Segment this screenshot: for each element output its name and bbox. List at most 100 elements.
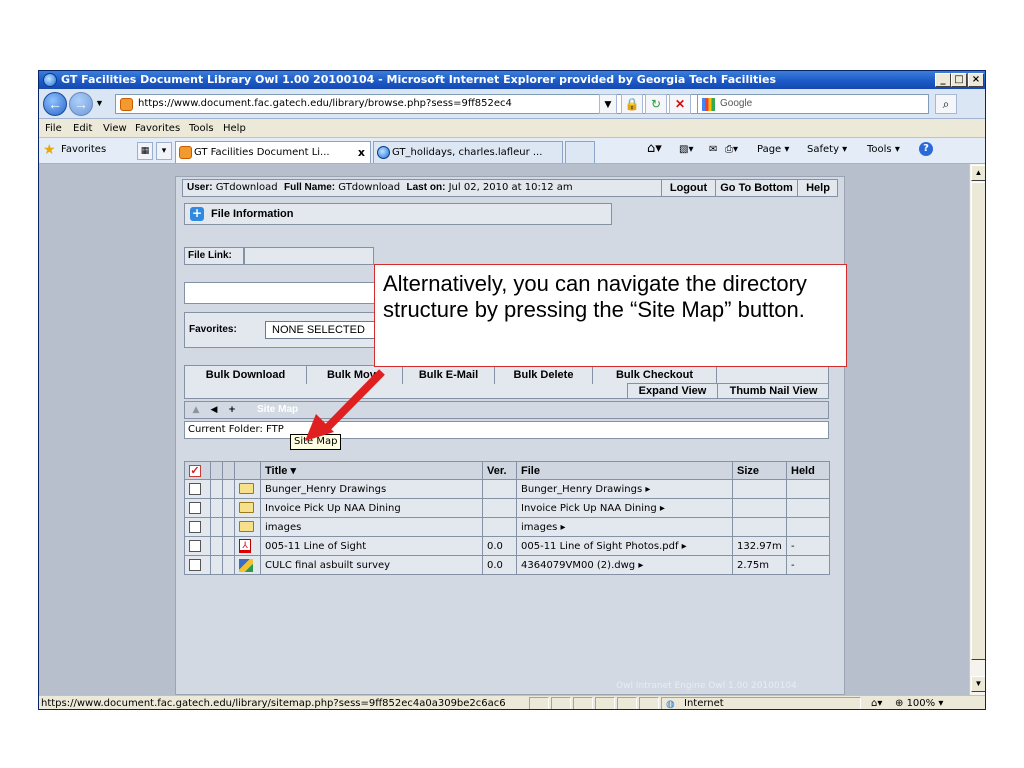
zoom-control[interactable]: ⊕ 100% ▾ <box>895 696 943 709</box>
row-title[interactable]: images <box>260 517 483 537</box>
close-window-button[interactable]: × <box>968 73 984 87</box>
scroll-down-icon[interactable]: ▼ <box>971 676 985 692</box>
protected-mode-icon[interactable]: ⌂▾ <box>871 696 882 709</box>
favorites-star-icon[interactable]: ★ <box>43 142 56 158</box>
row-checkbox[interactable] <box>189 502 201 514</box>
size-column-header[interactable]: Size <box>732 461 787 480</box>
thumb-nail-view-button[interactable]: Thumb Nail View <box>717 383 829 399</box>
address-dropdown-icon[interactable]: ▼ <box>599 94 617 114</box>
ver-column-header[interactable]: Ver. <box>482 461 517 480</box>
bulk-delete-button[interactable]: Bulk Delete <box>495 366 593 384</box>
expand-view-button[interactable]: Expand View <box>627 383 717 399</box>
tab-label: GT Facilities Document Li... <box>194 147 330 158</box>
held-column-header[interactable]: Held <box>786 461 830 480</box>
maximize-button[interactable]: □ <box>951 73 967 87</box>
row-file[interactable]: images <box>521 522 557 533</box>
row-checkbox[interactable] <box>189 540 201 552</box>
row-checkbox[interactable] <box>189 559 201 571</box>
go-to-bottom-button[interactable]: Go To Bottom <box>715 180 797 196</box>
table-row[interactable]: images images ▸ <box>184 517 830 537</box>
title-column-header[interactable]: Title ▾ <box>260 461 483 480</box>
table-row[interactable]: Bunger_Henry Drawings Bunger_Henry Drawi… <box>184 479 830 499</box>
mail-icon[interactable]: ✉ <box>709 144 717 155</box>
bulk-email-button[interactable]: Bulk E-Mail <box>403 366 495 384</box>
scroll-thumb[interactable] <box>971 182 985 660</box>
row-file[interactable]: Bunger_Henry Drawings <box>521 484 642 495</box>
tab-gt-holidays[interactable]: GT_holidays, charles.lafleur ... <box>373 141 563 163</box>
tab-gt-facilities[interactable]: GT Facilities Document Li... x <box>175 141 371 163</box>
up-folder-icon[interactable]: ▲ <box>189 403 203 417</box>
row-title[interactable]: Bunger_Henry Drawings <box>260 479 483 499</box>
expand-arrow-icon[interactable]: ▸ <box>645 484 650 495</box>
home-icon[interactable]: ⌂▾ <box>647 141 662 156</box>
row-checkbox[interactable] <box>189 521 201 533</box>
stop-icon[interactable]: ✕ <box>669 94 691 114</box>
print-icon[interactable]: ⎙▾ <box>725 144 738 155</box>
expand-plus-icon[interactable]: + <box>190 207 204 221</box>
page-menu[interactable]: Page ▾ <box>757 144 789 155</box>
lock-icon[interactable]: 🔒 <box>621 94 643 114</box>
expand-arrow-icon[interactable]: ▸ <box>561 522 566 533</box>
row-size: 2.75m <box>732 555 787 575</box>
feeds-icon[interactable]: ▧▾ <box>679 144 693 155</box>
file-link-field[interactable] <box>184 282 380 304</box>
row-file-cell[interactable]: 4364079VM00 (2).dwg ▸ <box>516 555 733 575</box>
search-button[interactable]: ⌕ <box>935 94 957 114</box>
quick-tabs-icon[interactable]: ▦ <box>137 142 153 160</box>
file-information-panel[interactable]: + File Information <box>184 203 612 225</box>
row-title[interactable]: 005-11 Line of Sight <box>260 536 483 556</box>
row-checkbox[interactable] <box>189 483 201 495</box>
menu-edit[interactable]: Edit <box>73 119 92 138</box>
file-column-header[interactable]: File <box>516 461 733 480</box>
minimize-button[interactable]: _ <box>935 73 951 87</box>
expand-arrow-icon[interactable]: ▸ <box>638 560 643 571</box>
vertical-scrollbar[interactable]: ▲ ▼ <box>969 164 985 695</box>
refresh-icon[interactable]: ↻ <box>645 94 667 114</box>
menu-view[interactable]: View <box>103 119 127 138</box>
logout-button[interactable]: Logout <box>661 180 715 196</box>
tab-close-icon[interactable]: x <box>358 142 365 163</box>
tab-list-icon[interactable]: ▾ <box>156 142 172 160</box>
row-file-cell[interactable]: images ▸ <box>516 517 733 537</box>
site-favicon-icon <box>120 98 133 111</box>
menu-favorites[interactable]: Favorites <box>135 119 180 138</box>
bulk-download-button[interactable]: Bulk Download <box>185 366 307 384</box>
site-map-button[interactable]: Site Map <box>253 403 309 418</box>
forward-button[interactable]: → <box>69 92 93 116</box>
bulk-checkout-button[interactable]: Bulk Checkout <box>593 366 717 384</box>
new-tab-button[interactable] <box>565 141 595 163</box>
row-blank-cell <box>210 498 223 518</box>
row-file-cell[interactable]: 005-11 Line of Sight Photos.pdf ▸ <box>516 536 733 556</box>
row-title[interactable]: CULC final asbuilt survey <box>260 555 483 575</box>
menu-file[interactable]: File <box>45 119 62 138</box>
select-all-cell[interactable]: ✓ <box>184 461 211 480</box>
table-row[interactable]: CULC final asbuilt survey 0.0 4364079VM0… <box>184 555 830 575</box>
expand-arrow-icon[interactable]: ▸ <box>682 541 687 552</box>
search-input[interactable]: Google <box>697 94 929 114</box>
bulk-move-button[interactable]: Bulk Move <box>307 366 403 384</box>
back-button[interactable]: ← <box>43 92 67 116</box>
row-file-cell[interactable]: Bunger_Henry Drawings ▸ <box>516 479 733 499</box>
row-file[interactable]: 005-11 Line of Sight Photos.pdf <box>521 541 678 552</box>
callout-text: Alternatively, you can navigate the dire… <box>383 271 807 322</box>
row-file[interactable]: Invoice Pick Up NAA Dining <box>521 503 657 514</box>
history-dropdown-icon[interactable]: ▼ <box>95 98 104 108</box>
table-row[interactable]: Invoice Pick Up NAA Dining Invoice Pick … <box>184 498 830 518</box>
help-icon[interactable]: ? <box>919 142 933 156</box>
tools-menu[interactable]: Tools ▾ <box>867 144 900 155</box>
row-title[interactable]: Invoice Pick Up NAA Dining <box>260 498 483 518</box>
menu-tools[interactable]: Tools <box>189 119 214 138</box>
back-folder-icon[interactable]: ◀ <box>207 403 221 417</box>
select-all-checkbox[interactable]: ✓ <box>189 464 201 477</box>
expand-arrow-icon[interactable]: ▸ <box>660 503 665 514</box>
menu-help[interactable]: Help <box>223 119 246 138</box>
table-row[interactable]: ⅄ 005-11 Line of Sight 0.0 005-11 Line o… <box>184 536 830 556</box>
row-file-cell[interactable]: Invoice Pick Up NAA Dining ▸ <box>516 498 733 518</box>
current-folder: Current Folder: FTP <box>184 421 829 439</box>
safety-menu[interactable]: Safety ▾ <box>807 144 847 155</box>
row-file[interactable]: 4364079VM00 (2).dwg <box>521 560 635 571</box>
favorites-button[interactable]: Favorites <box>61 144 106 155</box>
scroll-up-icon[interactable]: ▲ <box>971 165 985 181</box>
help-button[interactable]: Help <box>797 180 838 196</box>
add-folder-icon[interactable]: + <box>225 403 239 417</box>
